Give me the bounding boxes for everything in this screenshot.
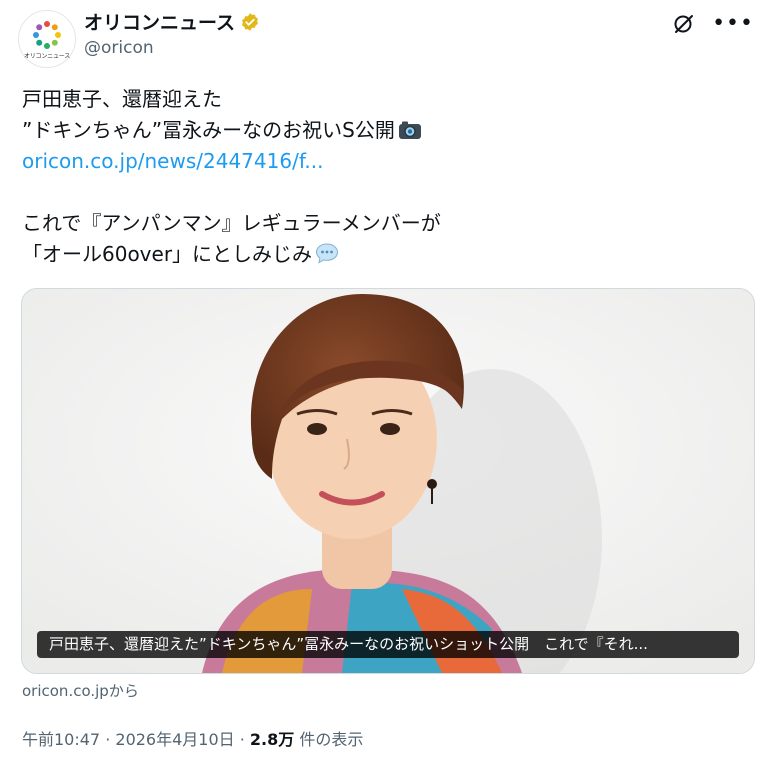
card-source[interactable]: oricon.co.jpから — [22, 680, 139, 701]
tweet-time[interactable]: 午前10:47 — [22, 730, 100, 749]
article-photo — [22, 289, 754, 673]
tweet-body: 戸田恵子、還暦迎えた ”ドキンちゃん”冨永みーなのお祝いS公開 oricon.c… — [22, 84, 742, 270]
camera-icon — [398, 121, 421, 139]
avatar-label: オリコンニュース — [23, 53, 71, 60]
handle[interactable]: @oricon — [84, 38, 154, 58]
meta-separator: · — [100, 730, 116, 749]
avatar[interactable]: オリコンニュース — [18, 10, 76, 68]
view-count[interactable]: 2.8万 — [250, 730, 294, 749]
tweet-date[interactable]: 2026年4月10日 — [115, 730, 234, 749]
more-options-icon[interactable]: ••• — [712, 13, 754, 35]
view-count-label: 件の表示 — [294, 730, 364, 749]
grok-icon[interactable] — [672, 12, 696, 36]
oricon-logo-icon — [33, 21, 61, 49]
tweet-line: ”ドキンちゃん”冨永みーなのお祝いS公開 — [22, 118, 395, 142]
top-actions: ••• — [672, 12, 754, 36]
verified-badge-icon[interactable] — [240, 12, 260, 32]
tweet-line: これで『アンパンマン』レギュラーメンバーが — [22, 211, 441, 235]
meta-separator: · — [234, 730, 250, 749]
tweet-line-with-emoji: 「オール60over」にとしみじみ — [22, 239, 742, 270]
tweet-line-with-emoji: ”ドキンちゃん”冨永みーなのお祝いS公開 — [22, 115, 742, 146]
tweet-line: 戸田恵子、還暦迎えた — [22, 87, 222, 111]
tweet-line: 「オール60over」にとしみじみ — [22, 242, 313, 266]
card-caption: 戸田恵子、還暦迎えた”ドキンちゃん”冨永みーなのお祝いショット公開 これで『それ… — [37, 631, 739, 658]
speech-bubble-icon — [316, 243, 339, 264]
link-card[interactable]: 戸田恵子、還暦迎えた”ドキンちゃん”冨永みーなのお祝いショット公開 これで『それ… — [21, 288, 755, 674]
tweet-meta: 午前10:47 · 2026年4月10日 · 2.8万 件の表示 — [22, 726, 363, 750]
display-name[interactable]: オリコンニュース — [84, 8, 235, 35]
article-link[interactable]: oricon.co.jp/news/2447416/f... — [22, 146, 742, 177]
name-row: オリコンニュース — [84, 8, 260, 35]
